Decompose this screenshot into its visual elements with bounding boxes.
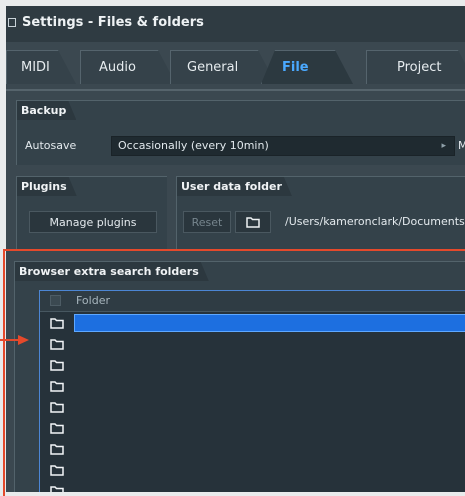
folder-icon xyxy=(50,444,64,455)
tab-audio[interactable]: Audio xyxy=(80,50,176,84)
folder-path-field[interactable] xyxy=(74,398,465,416)
autosave-dropdown[interactable]: Occasionally (every 10min) ▸ xyxy=(111,136,455,156)
tab-midi[interactable]: MIDI xyxy=(6,50,76,84)
tab-file[interactable]: File xyxy=(261,50,353,84)
manage-plugins-button[interactable]: Manage plugins xyxy=(29,211,157,233)
folder-path-field[interactable] xyxy=(74,356,465,374)
folder-icon xyxy=(50,381,64,392)
title-bar: Settings - Files & folders xyxy=(6,6,465,42)
arrow-right-icon xyxy=(0,335,29,345)
backup-group-title: Backup xyxy=(17,101,76,120)
backup-right-label: Ma xyxy=(458,139,465,152)
folder-list-header: Folder xyxy=(40,291,465,312)
tab-bar: MIDI Audio General File Project xyxy=(6,44,465,88)
folder-icon xyxy=(50,402,64,413)
plugins-group: Plugins Manage plugins xyxy=(16,176,167,249)
user-data-group-title: User data folder xyxy=(177,177,292,196)
browse-folder-button[interactable] xyxy=(235,211,271,233)
folder-path-field[interactable] xyxy=(74,419,465,437)
plugins-group-title: Plugins xyxy=(17,177,77,196)
folder-path-field[interactable] xyxy=(74,440,465,458)
dropdown-arrow-icon: ▸ xyxy=(441,141,446,151)
folder-path-field[interactable] xyxy=(74,482,465,492)
select-all-checkbox[interactable] xyxy=(50,295,61,306)
browser-group-title: Browser extra search folders xyxy=(15,262,209,281)
reset-button[interactable]: Reset xyxy=(183,211,231,233)
window-title: Settings - Files & folders xyxy=(22,15,204,30)
folder-path-field[interactable] xyxy=(74,461,465,479)
tab-general[interactable]: General xyxy=(170,50,276,84)
browser-folders-group: Browser extra search folders Folder xyxy=(14,261,465,492)
settings-window: Settings - Files & folders MIDI Audio Ge… xyxy=(6,6,465,492)
folder-icon xyxy=(50,339,64,350)
folder-column-header[interactable]: Folder xyxy=(76,294,110,307)
user-data-group: User data folder Reset /Users/kameroncla… xyxy=(176,176,465,249)
tab-divider xyxy=(6,89,465,91)
folder-icon xyxy=(50,486,64,492)
autosave-label: Autosave xyxy=(25,139,77,152)
folder-path-field[interactable] xyxy=(74,377,465,395)
folder-list: Folder xyxy=(39,290,465,492)
folder-icon xyxy=(50,318,64,329)
folder-path-field[interactable] xyxy=(74,335,465,353)
folder-icon xyxy=(50,360,64,371)
backup-group: Backup Autosave Occasionally (every 10mi… xyxy=(16,100,465,165)
folder-icon xyxy=(246,217,260,228)
user-data-path: /Users/kameronclark/Documents xyxy=(285,215,465,228)
folder-path-field[interactable] xyxy=(74,314,465,332)
folder-icon xyxy=(50,465,64,476)
autosave-value: Occasionally (every 10min) xyxy=(118,139,269,152)
folder-icon xyxy=(50,423,64,434)
tab-project[interactable]: Project xyxy=(366,50,465,84)
window-icon xyxy=(8,18,16,27)
